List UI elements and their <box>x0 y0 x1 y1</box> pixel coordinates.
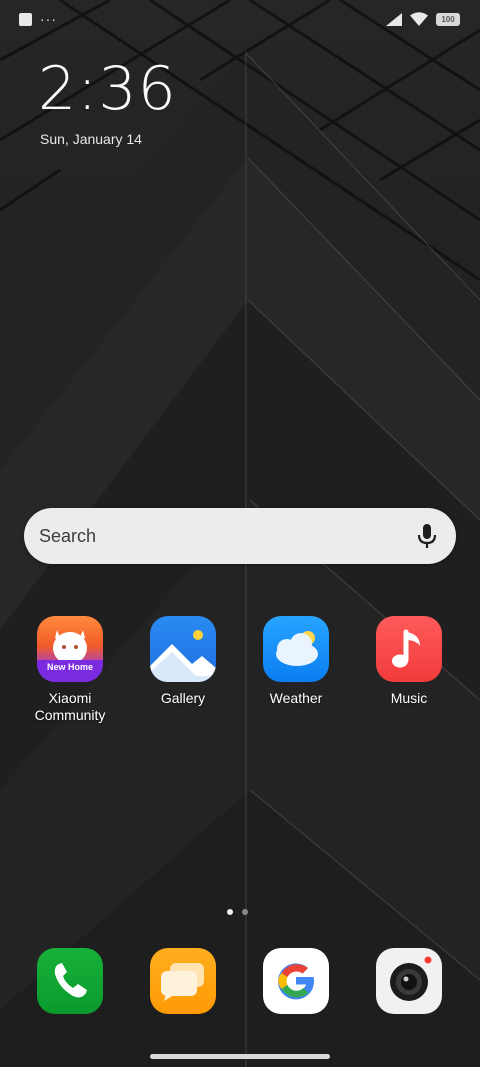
app-music[interactable]: Music <box>359 616 459 707</box>
app-weather[interactable]: Weather <box>246 616 346 707</box>
clock-date[interactable]: Sun, January 14 <box>40 131 142 147</box>
notification-icon <box>19 13 32 26</box>
microphone-icon[interactable] <box>416 523 438 549</box>
app-label: Weather <box>269 690 323 706</box>
community-badge-text: New Home <box>46 662 93 672</box>
battery-icon: 100 <box>436 12 460 26</box>
xiaomi-community-icon: New Home <box>37 616 103 682</box>
status-right: 100 <box>386 12 460 26</box>
camera-icon <box>376 948 442 1014</box>
search-placeholder: Search <box>39 526 97 546</box>
signal-icon <box>386 12 402 26</box>
gallery-icon <box>150 616 216 682</box>
page-indicator <box>227 909 248 915</box>
app-gallery[interactable]: Gallery <box>133 616 233 707</box>
home-gesture-bar[interactable] <box>150 1054 330 1059</box>
messaging-icon <box>150 948 216 1014</box>
app-label: Music <box>390 690 428 706</box>
music-icon <box>376 616 442 682</box>
search-bar[interactable]: Search <box>24 508 456 564</box>
dock-google[interactable] <box>246 948 346 1014</box>
status-bar: ··· 100 <box>0 0 480 40</box>
dock-camera[interactable] <box>359 948 459 1014</box>
page-dot-active[interactable] <box>227 909 233 915</box>
weather-icon <box>263 616 329 682</box>
clock-time[interactable]: 2:36 <box>38 58 177 120</box>
status-left: ··· <box>19 11 57 27</box>
community-mascot-icon <box>37 630 103 682</box>
app-label: Gallery <box>160 690 206 706</box>
google-icon <box>263 948 329 1014</box>
phone-icon <box>37 948 103 1014</box>
app-xiaomi-community[interactable]: New Home Xiaomi Community <box>20 616 120 724</box>
dock-phone[interactable] <box>20 948 120 1014</box>
more-notifications-icon: ··· <box>40 11 57 27</box>
app-label: Xiaomi Community <box>34 690 106 723</box>
wifi-icon <box>410 12 428 26</box>
page-dot[interactable] <box>242 909 248 915</box>
dock-messaging[interactable] <box>133 948 233 1014</box>
